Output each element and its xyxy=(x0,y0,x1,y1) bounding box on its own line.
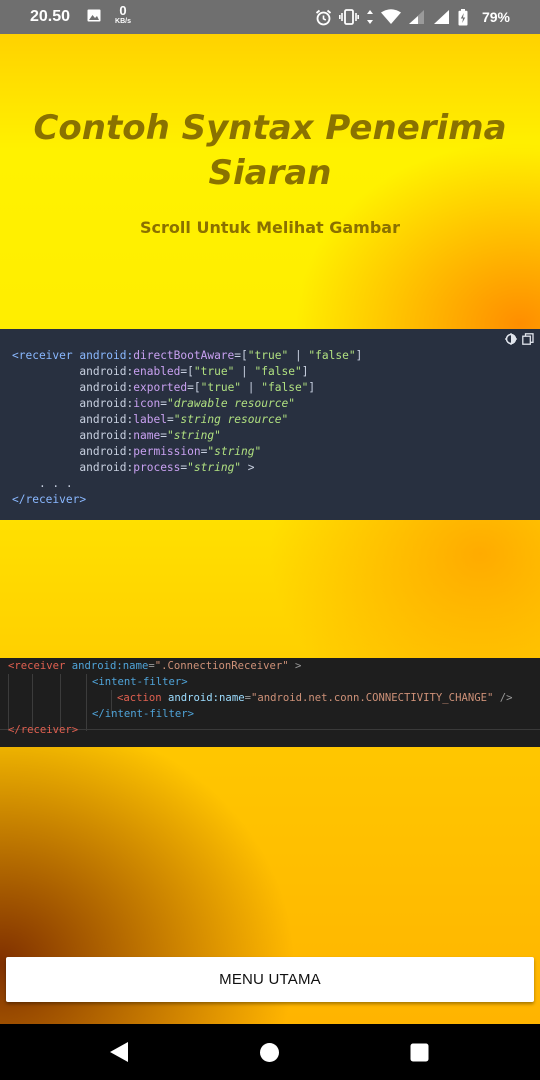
status-time: 20.50 xyxy=(30,8,71,25)
page-subtitle: Scroll Untuk Melihat Gambar xyxy=(140,218,400,237)
code-line: android:label="string resource" xyxy=(79,413,289,426)
menu-utama-button[interactable]: MENU UTAMA xyxy=(6,957,534,1002)
code-line: android:exported=["true" | "false"] xyxy=(79,381,316,394)
data-arrows-icon xyxy=(367,10,373,24)
signal-icon xyxy=(409,10,424,24)
code-line: <intent-filter> xyxy=(92,676,188,688)
alarm-icon xyxy=(315,9,332,25)
code-line: <receiver android:directBootAware=["true… xyxy=(12,349,363,362)
network-speed: 0 KB/s xyxy=(115,3,131,25)
code-image-receiver-syntax: <receiver android:directBootAware=["true… xyxy=(0,329,540,520)
vibrate-icon xyxy=(339,9,359,25)
code-line: android:process="string" > xyxy=(79,461,255,474)
wifi-icon xyxy=(381,9,401,24)
code-line: <receiver android:name=".ConnectionRecei… xyxy=(8,660,302,672)
recent-apps-icon[interactable] xyxy=(410,1043,429,1062)
main-scroll-area[interactable]: Contoh Syntax Penerima Siaran Scroll Unt… xyxy=(0,34,540,1024)
status-bar: 20.50 0 KB/s 79% xyxy=(0,0,540,34)
image-icon xyxy=(87,9,101,22)
code-line: android:enabled=["true" | "false"] xyxy=(79,365,309,378)
code-line: </receiver> xyxy=(8,724,79,736)
code-line: android:icon="drawable resource" xyxy=(79,397,295,410)
home-icon[interactable] xyxy=(259,1042,280,1063)
copy-icon xyxy=(522,333,534,345)
navigation-bar xyxy=(0,1024,540,1080)
code-line: android:permission="string" xyxy=(79,445,262,458)
code-ellipsis: . . . xyxy=(38,477,73,490)
theme-toggle-icon xyxy=(505,333,517,345)
battery-percent: 79% xyxy=(481,9,510,25)
code-line: </intent-filter> xyxy=(92,708,195,720)
code-toolbar xyxy=(505,333,534,345)
signal-icon xyxy=(434,10,449,24)
code-image-connection-receiver: <receiver android:name=".ConnectionRecei… xyxy=(0,658,540,747)
code-line: android:name="string" xyxy=(79,429,221,442)
code-closing-tag: </receiver> xyxy=(12,493,87,506)
battery-icon xyxy=(458,8,468,25)
code-line: <action android:name="android.net.conn.C… xyxy=(117,692,513,704)
status-icons xyxy=(315,7,468,27)
page-title: Contoh Syntax Penerima Siaran xyxy=(33,108,507,193)
code-block: <receiver android:directBootAware=["true… xyxy=(12,348,362,508)
back-icon[interactable] xyxy=(108,1041,130,1063)
